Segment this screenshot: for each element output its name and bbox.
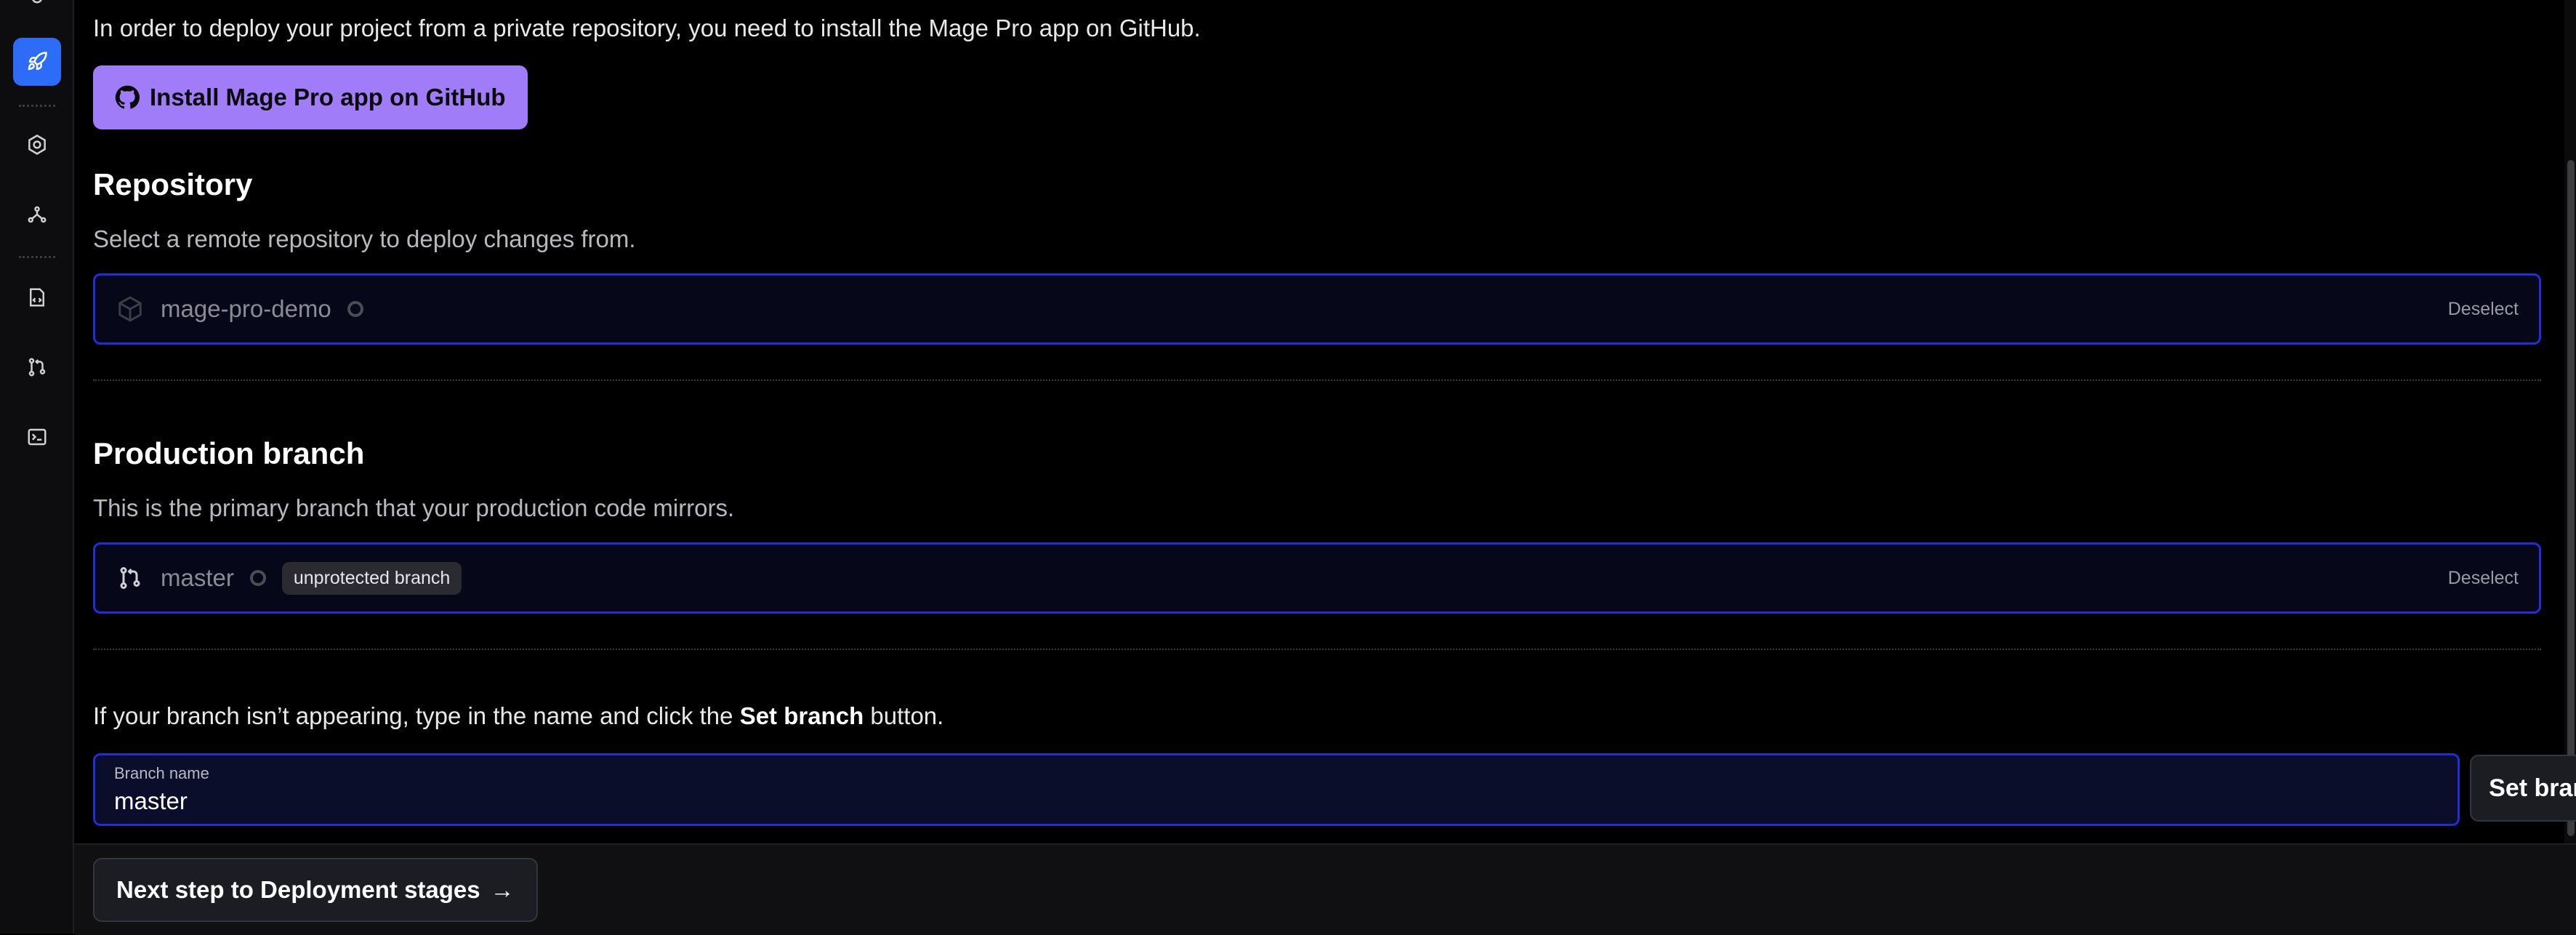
scrollbar-track[interactable] xyxy=(2564,0,2576,843)
partial-icon xyxy=(32,0,42,4)
sidebar-item-terminal[interactable] xyxy=(13,413,61,461)
branch-name: master xyxy=(161,564,234,591)
production-branch-description: This is the primary branch that your pro… xyxy=(93,494,735,521)
sidebar-item-version-control[interactable] xyxy=(13,343,61,391)
install-github-app-button[interactable]: Install Mage Pro app on GitHub xyxy=(93,65,528,129)
branch-name-label: Branch name xyxy=(114,764,209,782)
next-step-button[interactable]: Next step to Deployment stages → xyxy=(93,858,538,922)
github-icon xyxy=(115,85,140,109)
branch-selection[interactable]: master unprotected branch Deselect xyxy=(93,542,2541,614)
sidebar xyxy=(0,0,74,934)
sidebar-item-deploy[interactable] xyxy=(13,38,61,86)
file-code-icon xyxy=(30,288,44,307)
sidebar-item-files[interactable] xyxy=(13,273,61,321)
git-branch-icon xyxy=(116,563,145,593)
status-ring-icon xyxy=(249,570,266,586)
sidebar-item-pipelines[interactable] xyxy=(13,190,61,238)
section-divider xyxy=(93,649,2541,650)
branch-help-bold: Set branch xyxy=(739,702,864,729)
production-branch-title: Production branch xyxy=(93,436,365,470)
sidebar-item-settings[interactable] xyxy=(13,121,61,169)
repository-description: Select a remote repository to deploy cha… xyxy=(93,225,636,252)
git-branch-icon xyxy=(28,358,46,377)
nodes-icon xyxy=(28,206,47,223)
set-branch-button[interactable]: Set branch xyxy=(2470,755,2576,822)
repository-deselect-button[interactable]: Deselect xyxy=(2448,299,2519,320)
unprotected-branch-badge: unprotected branch xyxy=(281,561,462,595)
footer-bar: Next step to Deployment stages → xyxy=(74,843,2576,935)
repository-name: mage-pro-demo xyxy=(161,295,331,322)
branch-help-prefix: If your branch isn’t appearing, type in … xyxy=(93,702,740,729)
branch-help-suffix: button. xyxy=(864,702,944,729)
section-divider xyxy=(93,380,2541,381)
terminal-icon xyxy=(28,428,47,446)
scrollbar-thumb[interactable] xyxy=(2567,160,2575,836)
branch-deselect-button[interactable]: Deselect xyxy=(2448,568,2519,589)
branch-name-input[interactable] xyxy=(114,787,2439,815)
intro-text: In order to deploy your project from a p… xyxy=(93,15,1201,41)
sidebar-separator xyxy=(19,105,55,107)
repository-selection[interactable]: mage-pro-demo Deselect xyxy=(93,273,2541,345)
sidebar-separator xyxy=(19,256,55,258)
settings-icon xyxy=(28,135,46,155)
branch-help-note: If your branch isn’t appearing, type in … xyxy=(93,702,943,730)
repository-title: Repository xyxy=(93,167,253,201)
branch-name-field[interactable]: Branch name xyxy=(93,753,2460,826)
repository-cube-icon xyxy=(116,294,145,324)
arrow-right-icon: → xyxy=(490,876,515,903)
rocket-icon xyxy=(28,52,47,71)
next-step-label: Next step to Deployment stages xyxy=(116,876,480,903)
sidebar-item-top[interactable] xyxy=(13,0,61,22)
install-github-app-label: Install Mage Pro app on GitHub xyxy=(150,84,506,111)
status-ring-icon xyxy=(347,301,363,317)
